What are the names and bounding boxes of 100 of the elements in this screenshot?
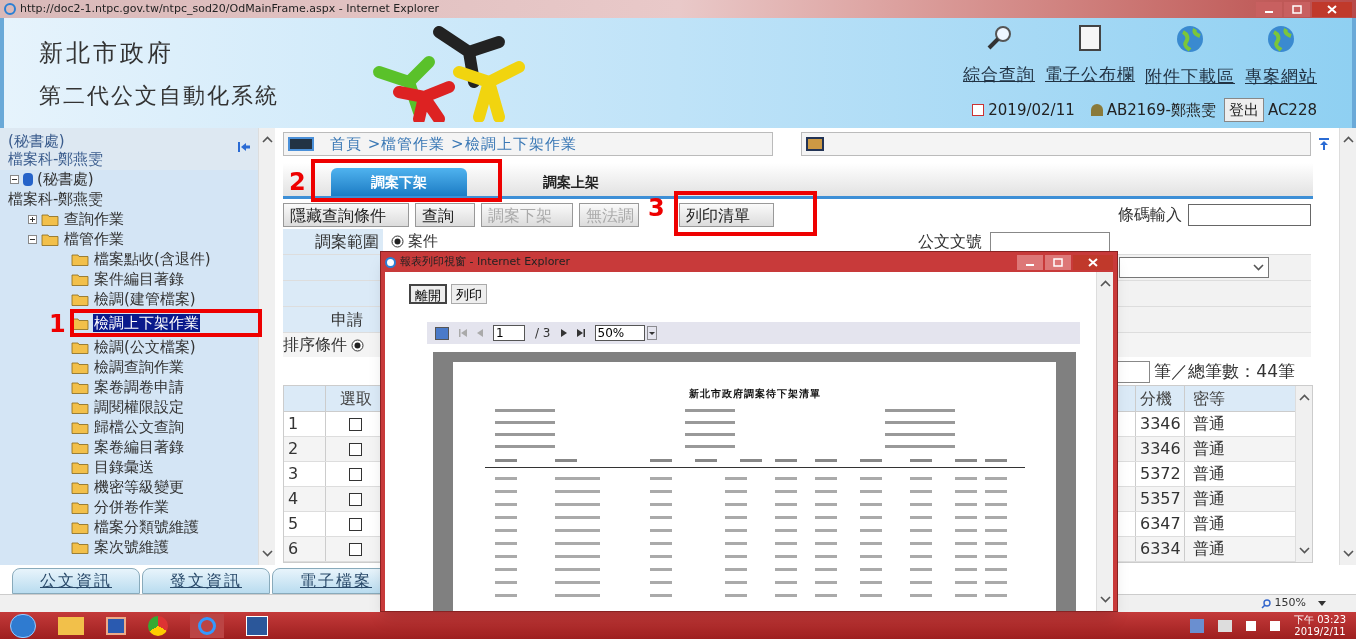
table-cell: 5357 (1135, 487, 1185, 511)
table-cell-text: 普通 (1192, 488, 1226, 510)
tree-item[interactable]: 檢調(公文檔案) (93, 338, 197, 356)
tree-root[interactable]: (秘書處) (37, 168, 94, 191)
checkbox[interactable] (349, 542, 362, 556)
scrollbar[interactable] (258, 128, 275, 565)
tree-item[interactable]: 調閱權限設定 (93, 398, 185, 416)
scroll-up-icon[interactable] (1342, 136, 1354, 143)
folder-icon (71, 540, 89, 554)
scroll-down-icon[interactable] (261, 550, 273, 557)
tree-item[interactable]: 案件編目著錄 (93, 270, 185, 288)
tree-item[interactable]: 檔案點收(含退件) (93, 250, 212, 268)
form-label: 申請 (331, 308, 363, 331)
minimize-button[interactable] (1256, 1, 1282, 17)
nav-link[interactable]: 綜合查詢 (963, 62, 1035, 88)
checkbox[interactable] (349, 417, 362, 431)
scrollbar[interactable] (1096, 272, 1113, 611)
magnifier-icon (1260, 598, 1271, 609)
bottom-tab[interactable]: 公文資訊 (12, 568, 140, 594)
tree-item[interactable]: 檔案分類號維護 (93, 518, 200, 536)
tree-item[interactable]: 案卷編目著錄 (93, 438, 185, 456)
collapse-sidebar-icon[interactable] (238, 142, 250, 152)
scroll-down-icon[interactable] (1298, 547, 1310, 554)
scroll-down-icon[interactable] (1342, 550, 1354, 557)
scroll-down-icon[interactable] (1099, 596, 1111, 603)
tab[interactable]: 調案上架 (503, 168, 639, 196)
zoom-field[interactable]: 50% (594, 325, 645, 341)
folder-icon (41, 212, 59, 226)
org-name: 新北市政府 (39, 37, 175, 69)
folder-icon (71, 316, 89, 330)
folder-icon (71, 400, 89, 414)
tree-item[interactable]: 分併卷作業 (93, 498, 170, 516)
zoom-level[interactable]: 150% (1274, 595, 1306, 612)
page-field[interactable]: 1 (493, 325, 525, 341)
scrollbar[interactable] (1295, 386, 1312, 562)
checkbox[interactable] (349, 492, 362, 506)
tree-item[interactable]: 歸檔公文查詢 (93, 418, 185, 436)
tree-item[interactable]: 檢調上下架作業 (93, 314, 200, 332)
scroll-up-icon[interactable] (261, 136, 273, 143)
dropdown[interactable] (1119, 257, 1269, 278)
toolbar-button[interactable]: 列印清單 (679, 203, 774, 227)
close-button[interactable] (1312, 1, 1352, 17)
folder-icon (41, 232, 59, 246)
column-header: 分機 (1135, 386, 1185, 411)
toolbar-button[interactable]: 查詢 (415, 203, 475, 227)
nav-link[interactable]: 附件下載區 (1145, 64, 1235, 90)
tree-item[interactable]: 檔管作業 (63, 230, 125, 248)
row-number: 5 (284, 512, 326, 536)
bottom-tab[interactable]: 發文資訊 (142, 568, 270, 594)
table-cell: 6334 (1135, 537, 1185, 561)
browser-icon (385, 256, 396, 268)
clock-time: 下午 03:23 (1294, 613, 1346, 626)
close-button[interactable] (1073, 254, 1113, 270)
maximize-button[interactable] (1045, 254, 1071, 270)
folder-icon (71, 420, 89, 434)
form-label: 公文文號 (918, 230, 982, 253)
checkbox[interactable] (349, 467, 362, 481)
doc-number-field[interactable] (990, 232, 1110, 252)
system-name: 第二代公文自動化系統 (39, 81, 280, 110)
logout-button[interactable]: 登出 (1223, 97, 1264, 122)
record-count: 筆／總筆數：44筆 (1154, 360, 1295, 384)
column-header: 密等 (1192, 387, 1226, 410)
page-size-field[interactable] (1116, 361, 1151, 383)
tree-item[interactable]: 案卷調卷申請 (93, 378, 185, 396)
dropdown-arrow-icon[interactable] (1318, 601, 1326, 606)
tree-item[interactable]: 目錄彙送 (93, 458, 155, 476)
scroll-up-icon[interactable] (1298, 394, 1310, 401)
toolbar-button[interactable]: 隱藏查詢條件 (283, 203, 409, 227)
radio-button[interactable] (351, 338, 364, 352)
collapse-icon[interactable] (28, 234, 37, 244)
tree-item[interactable]: 機密等級變更 (93, 478, 185, 496)
checkbox[interactable] (349, 517, 362, 531)
popup-button[interactable]: 離開 (409, 284, 447, 304)
minimize-button[interactable] (1017, 254, 1043, 270)
nav-link[interactable]: 專案網站 (1245, 64, 1317, 90)
radio-button[interactable] (391, 235, 404, 248)
folder-icon (71, 340, 89, 354)
row-number: 2 (284, 437, 326, 461)
nav-link[interactable]: 電子公布欄 (1045, 62, 1135, 88)
table-cell-text: 普通 (1192, 513, 1226, 535)
tree-item[interactable]: 查詢作業 (63, 210, 125, 228)
barcode-field[interactable] (1188, 204, 1311, 226)
form-label: 調案範圍 (315, 230, 379, 253)
checkbox[interactable] (349, 442, 362, 456)
expand-icon[interactable] (28, 214, 37, 224)
chevron-down-icon[interactable] (1253, 264, 1264, 271)
start-button[interactable] (10, 613, 36, 638)
popup-button[interactable]: 列印 (451, 284, 487, 304)
tree-item[interactable]: 檢調(建管檔案) (93, 290, 197, 308)
collapse-icon[interactable] (10, 175, 19, 184)
last-page-icon[interactable] (576, 329, 585, 337)
maximize-button[interactable] (1284, 1, 1310, 17)
scrollbar[interactable] (1339, 128, 1356, 565)
pin-top-icon[interactable] (1319, 138, 1329, 150)
row-number: 3 (284, 462, 326, 486)
scroll-up-icon[interactable] (1099, 280, 1111, 287)
folder-icon (71, 440, 89, 454)
tree-item[interactable]: 案次號維護 (93, 538, 170, 556)
next-page-icon[interactable] (560, 329, 567, 337)
tree-item[interactable]: 檢調查詢作業 (93, 358, 185, 376)
